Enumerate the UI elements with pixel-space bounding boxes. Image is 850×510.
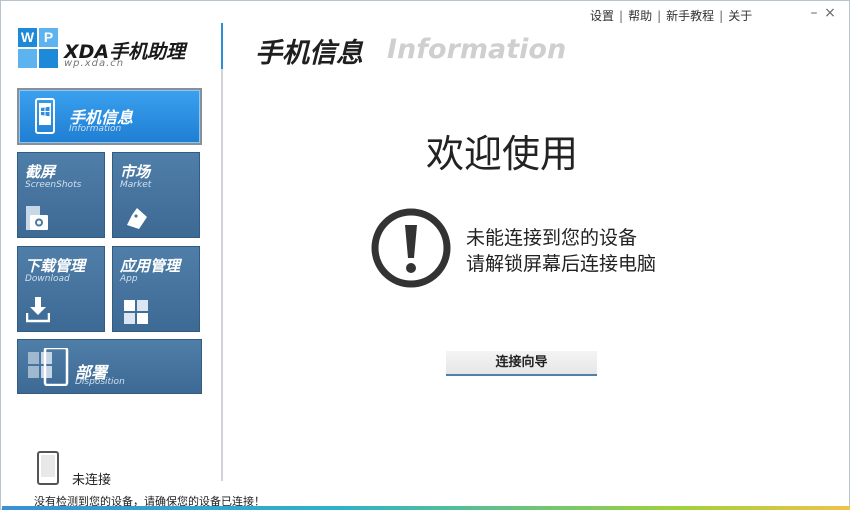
tutorial-link[interactable]: 新手教程 [666, 7, 714, 24]
tile-subtitle: Disposition [75, 377, 125, 387]
sidebar-tile-app[interactable]: 应用管理 App [112, 246, 200, 332]
download-icon [26, 297, 50, 323]
link-separator: | [619, 8, 624, 23]
app-grid-icon [124, 300, 148, 324]
help-link[interactable]: 帮助 [628, 7, 652, 24]
tile-subtitle: App [120, 274, 138, 284]
welcome-heading: 欢迎使用 [426, 132, 579, 176]
tile-subtitle: Information [69, 124, 122, 134]
sidebar-divider [221, 23, 223, 481]
camera-icon [26, 206, 48, 230]
tile-title: 应用管理 [120, 257, 181, 275]
tile-subtitle: Market [120, 180, 152, 190]
sidebar-tile-screenshots[interactable]: 截屏 ScreenShots [17, 152, 105, 238]
sidebar-tile-market[interactable]: 市场 Market [112, 152, 200, 238]
top-links: 设置 | 帮助 | 新手教程 | 关于 [590, 7, 752, 24]
page-title-english: Information [387, 34, 567, 65]
logo-square [39, 49, 58, 68]
settings-link[interactable]: 设置 [590, 7, 614, 24]
connection-error-message: 未能连接到您的设备 [466, 227, 638, 249]
logo-mark-icon: W P [18, 28, 58, 68]
logo-square [18, 49, 37, 68]
page-title: 手机信息 [255, 38, 363, 69]
connection-wizard-button[interactable]: 连接向导 [446, 351, 597, 376]
tile-subtitle: Download [25, 274, 70, 284]
tile-title: 截屏 [25, 163, 56, 181]
tile-subtitle: ScreenShots [25, 180, 82, 190]
tile-title: 市场 [120, 163, 151, 181]
app-logo: W P XDA手机助理 wp.xda.cn [18, 28, 208, 72]
link-separator: | [657, 8, 662, 23]
status-progress-bar [2, 506, 850, 510]
logo-letter-p: P [39, 28, 58, 47]
phone-icon [37, 451, 59, 485]
logo-subtitle: wp.xda.cn [64, 58, 125, 69]
connection-status: 未连接 [72, 473, 112, 488]
sidebar-tile-information[interactable]: 手机信息 Information [17, 88, 202, 145]
shopping-bag-icon [127, 208, 147, 229]
app-window: 设置 | 帮助 | 新手教程 | 关于 – × W P XDA手机助理 wp.x… [0, 0, 850, 510]
windows-phone-icon [35, 98, 55, 134]
link-separator: | [719, 8, 724, 23]
tile-title: 下载管理 [25, 257, 86, 275]
logo-letter-w: W [18, 28, 37, 47]
sidebar-tile-disposition[interactable]: 部署 Disposition [17, 339, 202, 394]
unlock-instruction-message: 请解锁屏幕后连接电脑 [466, 253, 657, 275]
sidebar-tile-download[interactable]: 下载管理 Download [17, 246, 105, 332]
about-link[interactable]: 关于 [728, 7, 752, 24]
close-button[interactable]: × [823, 5, 837, 21]
deploy-icon [28, 348, 69, 386]
minimize-button[interactable]: – [807, 5, 821, 21]
warning-icon [371, 208, 451, 288]
